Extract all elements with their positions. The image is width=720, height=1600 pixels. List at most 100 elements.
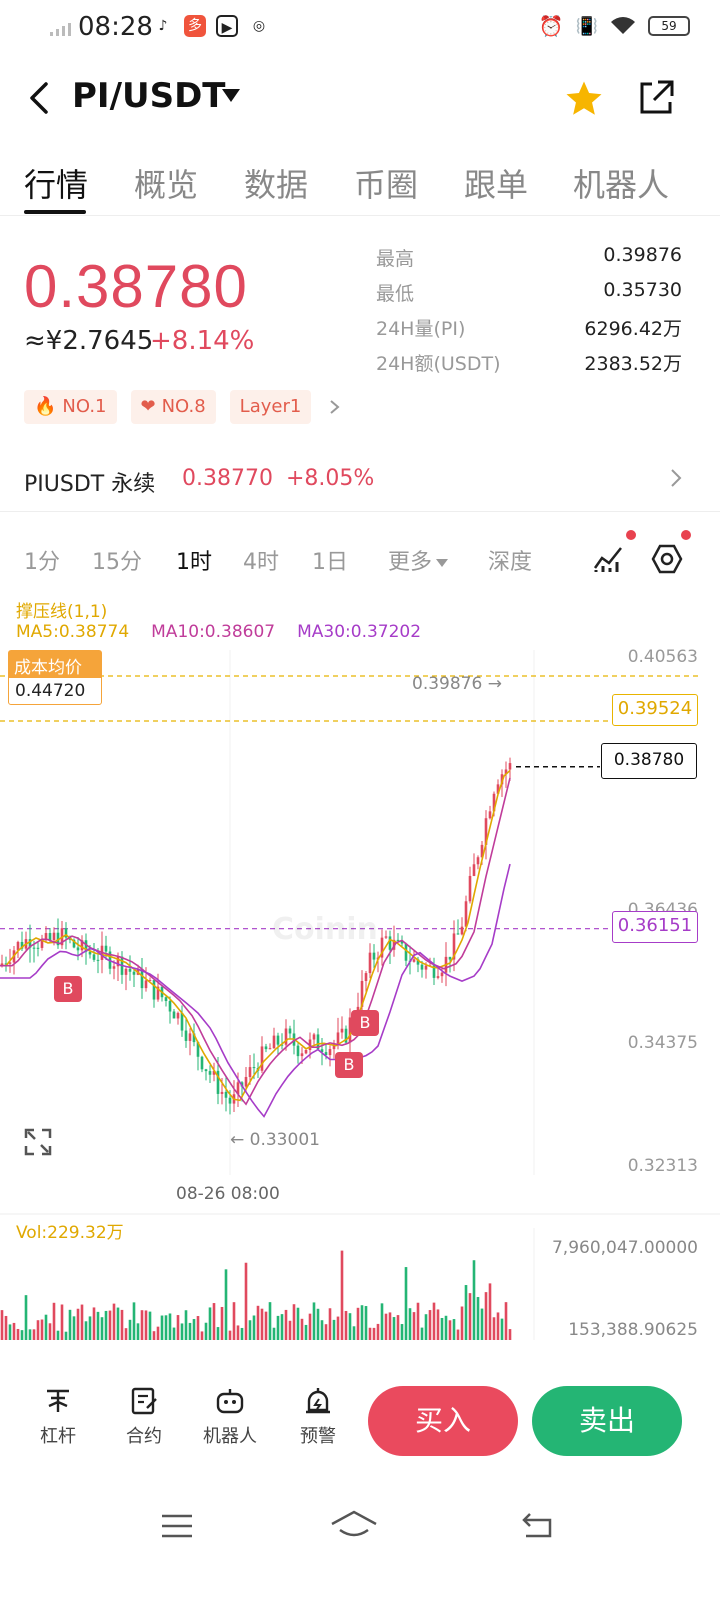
- interval-1h[interactable]: 1时: [176, 544, 212, 576]
- notify-dot: [681, 530, 691, 540]
- back-nav-icon[interactable]: [520, 1510, 556, 1540]
- depth-tab[interactable]: 深度: [488, 544, 532, 576]
- candle-body: [76, 947, 80, 951]
- tab-robot[interactable]: 机器人: [573, 160, 669, 206]
- candle-body: [32, 947, 36, 949]
- tab-bar: 行情 概览 数据 币圈 跟单 机器人: [0, 150, 720, 216]
- pair-title[interactable]: PI/USDT: [72, 76, 226, 116]
- candle-body: [176, 1012, 180, 1019]
- volume-bar: [272, 1327, 276, 1340]
- volume-bar: [404, 1267, 408, 1340]
- candle-body: [200, 1056, 204, 1070]
- alarm-icon: ⏰: [538, 14, 564, 38]
- vibrate-icon: 📳: [575, 15, 598, 37]
- perpetual-row[interactable]: PIUSDT 永续 0.38770 +8.05%: [0, 448, 720, 512]
- volume-bar: [212, 1303, 216, 1340]
- candle-body: [388, 936, 392, 950]
- volume-bar: [308, 1313, 312, 1340]
- volume-bar: [276, 1315, 280, 1340]
- volume-bar: [220, 1306, 224, 1340]
- volume-bar: [452, 1319, 456, 1340]
- volume-bar: [32, 1329, 36, 1340]
- volume-bar: [132, 1302, 136, 1340]
- tab-market[interactable]: 行情: [24, 160, 88, 206]
- tab-copytrade[interactable]: 跟单: [464, 160, 528, 206]
- system-nav-bar: [0, 1482, 720, 1600]
- buy-marker[interactable]: B: [351, 1010, 379, 1036]
- interval-4h[interactable]: 4时: [243, 544, 279, 576]
- contract-button[interactable]: 合约: [112, 1386, 176, 1448]
- tab-overview[interactable]: 概览: [134, 160, 198, 206]
- interval-1m[interactable]: 1分: [24, 544, 60, 576]
- buy-marker[interactable]: B: [335, 1052, 363, 1078]
- video-icon: ▶: [216, 15, 238, 37]
- tab-data[interactable]: 数据: [244, 160, 308, 206]
- action-label: 合约: [126, 1426, 162, 1447]
- candle-body: [456, 933, 460, 935]
- back-icon[interactable]: [22, 78, 62, 118]
- volume-bar: [200, 1331, 204, 1340]
- volume-bar: [280, 1314, 284, 1340]
- favorite-star-icon[interactable]: [563, 78, 605, 120]
- rank-badge-fav[interactable]: ❤ NO.8: [130, 390, 216, 424]
- current-price-tag: 0.38780: [601, 743, 697, 779]
- badge-row: 🔥 NO.1 ❤ NO.8 Layer1: [24, 390, 345, 424]
- candle-body: [340, 1028, 344, 1033]
- tab-community[interactable]: 币圈: [354, 160, 418, 206]
- candle-body: [132, 971, 136, 975]
- stat-label: 24H额(USDT): [376, 353, 501, 375]
- candle-body: [204, 1069, 208, 1072]
- volume-bar: [416, 1302, 420, 1340]
- volume-bar: [492, 1317, 496, 1340]
- rank-badge-hot[interactable]: 🔥 NO.1: [24, 390, 117, 424]
- sell-button[interactable]: 卖出: [532, 1386, 682, 1456]
- volume-bar: [348, 1313, 352, 1340]
- volume-bar: [472, 1260, 476, 1340]
- volume-bar: [384, 1313, 388, 1340]
- settings-hexagon-icon[interactable]: [651, 543, 683, 575]
- chevron-right-icon[interactable]: [325, 390, 345, 424]
- leverage-button[interactable]: 杠杆: [26, 1386, 90, 1448]
- buy-marker[interactable]: B: [54, 976, 82, 1002]
- ma10-value: MA10:0.38607: [151, 622, 276, 642]
- volume-bar: [412, 1312, 416, 1340]
- share-icon[interactable]: [636, 78, 676, 118]
- volume-bar: [444, 1315, 448, 1340]
- candle-body: [404, 943, 408, 961]
- resistance-line-tag[interactable]: 0.39524: [612, 694, 698, 726]
- volume-bar: [364, 1306, 368, 1340]
- volume-bar: [24, 1295, 28, 1340]
- volume-bar: [176, 1315, 180, 1340]
- support-line-tag[interactable]: 0.36151: [612, 911, 698, 943]
- status-time: 08:28: [78, 12, 153, 42]
- menu-icon[interactable]: [160, 1512, 194, 1540]
- tiktok-icon: ♪: [158, 18, 168, 34]
- robot-button[interactable]: 机器人: [198, 1386, 262, 1448]
- volume-bar: [204, 1322, 208, 1340]
- candle-body: [264, 1046, 268, 1050]
- robot-icon: [216, 1389, 244, 1414]
- expand-fullscreen-icon[interactable]: [24, 1128, 52, 1156]
- interval-15m[interactable]: 15分: [92, 544, 142, 576]
- chevron-right-icon[interactable]: [668, 466, 684, 490]
- alert-button[interactable]: 预警: [286, 1386, 350, 1448]
- volume-bar: [460, 1306, 464, 1340]
- volume-bar: [8, 1324, 12, 1340]
- candle-body: [276, 1035, 280, 1045]
- y-axis-label: 0.32313: [627, 1156, 698, 1176]
- buy-button[interactable]: 买入: [368, 1386, 518, 1456]
- candle-body: [228, 1097, 232, 1104]
- candle-body: [168, 1001, 172, 1012]
- interval-1d[interactable]: 1日: [312, 544, 348, 576]
- home-icon[interactable]: [330, 1508, 378, 1542]
- interval-more[interactable]: 更多: [388, 544, 449, 576]
- indicator-icon[interactable]: [592, 544, 624, 574]
- pair-dropdown-icon[interactable]: [222, 89, 240, 102]
- candle-body: [372, 952, 376, 960]
- volume-bar: [300, 1318, 304, 1340]
- volume-bar: [80, 1304, 84, 1340]
- tag-badge-layer1[interactable]: Layer1: [229, 390, 312, 424]
- alert-icon: [306, 1388, 330, 1414]
- candle-body: [260, 1046, 264, 1071]
- fire-icon: 🔥: [34, 396, 57, 417]
